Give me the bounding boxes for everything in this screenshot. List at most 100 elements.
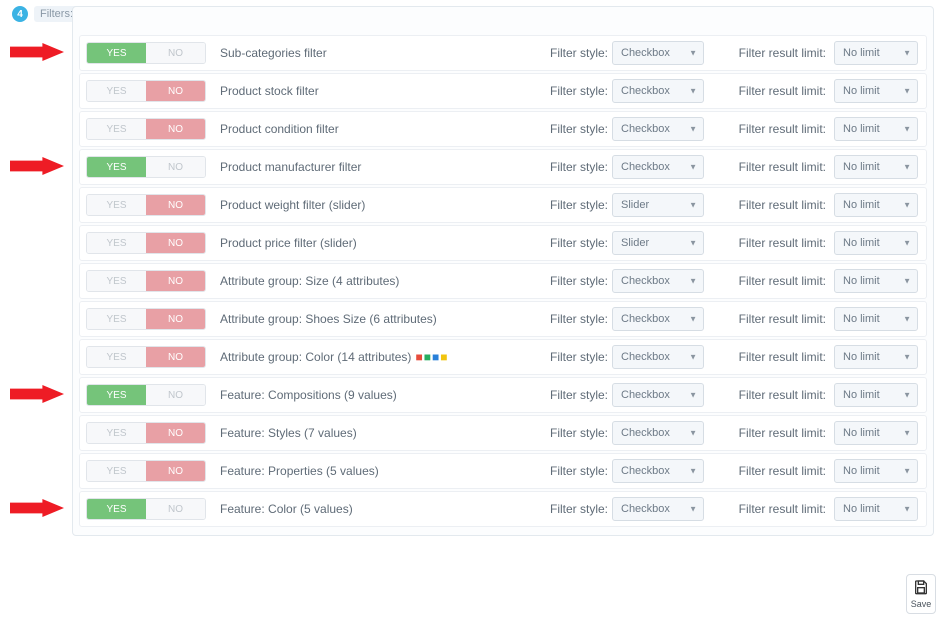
filter-result-limit-select[interactable]: No limit bbox=[834, 231, 918, 255]
enable-toggle[interactable]: YESNO bbox=[86, 80, 206, 102]
enable-toggle[interactable]: YESNO bbox=[86, 422, 206, 444]
toggle-yes[interactable]: YES bbox=[87, 43, 146, 63]
toggle-no[interactable]: NO bbox=[146, 461, 205, 481]
toggle-yes[interactable]: YES bbox=[87, 423, 146, 443]
filter-style-select[interactable]: Checkbox bbox=[612, 497, 704, 521]
toggle-no[interactable]: NO bbox=[146, 195, 205, 215]
filter-result-limit-select[interactable]: No limit bbox=[834, 41, 918, 65]
enable-toggle[interactable]: YESNO bbox=[86, 42, 206, 64]
filter-style-select[interactable]: Slider bbox=[612, 231, 704, 255]
enable-toggle[interactable]: YESNO bbox=[86, 308, 206, 330]
toggle-no[interactable]: NO bbox=[146, 81, 205, 101]
filter-result-limit-label: Filter result limit: bbox=[734, 236, 834, 250]
filter-style-select[interactable]: Checkbox bbox=[612, 155, 704, 179]
filter-style-select[interactable]: Checkbox bbox=[612, 41, 704, 65]
filter-style-select[interactable]: Slider bbox=[612, 193, 704, 217]
filter-style-label: Filter style: bbox=[550, 160, 612, 174]
filter-result-limit-label: Filter result limit: bbox=[734, 350, 834, 364]
filter-style-select[interactable]: Checkbox bbox=[612, 383, 704, 407]
toggle-yes[interactable]: YES bbox=[87, 347, 146, 367]
filter-row: YESNOProduct weight filter (slider)Filte… bbox=[79, 187, 927, 223]
toggle-yes[interactable]: YES bbox=[87, 157, 146, 177]
filter-row: YESNOProduct stock filterFilter style:Ch… bbox=[79, 73, 927, 109]
filter-name: Product manufacturer filter bbox=[206, 160, 550, 174]
filters-panel: YESNOSub-categories filterFilter style:C… bbox=[72, 6, 934, 536]
filter-row: YESNOFeature: Properties (5 values)Filte… bbox=[79, 453, 927, 489]
filter-result-limit-select[interactable]: No limit bbox=[834, 421, 918, 445]
toggle-yes[interactable]: YES bbox=[87, 119, 146, 139]
filter-result-limit-select[interactable]: No limit bbox=[834, 345, 918, 369]
enable-toggle[interactable]: YESNO bbox=[86, 460, 206, 482]
filter-style-label: Filter style: bbox=[550, 198, 612, 212]
filter-style-label: Filter style: bbox=[550, 84, 612, 98]
filter-style-label: Filter style: bbox=[550, 426, 612, 440]
filter-style-select[interactable]: Checkbox bbox=[612, 117, 704, 141]
enable-toggle[interactable]: YESNO bbox=[86, 384, 206, 406]
toggle-no[interactable]: NO bbox=[146, 309, 205, 329]
filter-name: Attribute group: Color (14 attributes)■■… bbox=[206, 350, 550, 364]
enable-toggle[interactable]: YESNO bbox=[86, 498, 206, 520]
enable-toggle[interactable]: YESNO bbox=[86, 270, 206, 292]
toggle-no[interactable]: NO bbox=[146, 423, 205, 443]
toggle-yes[interactable]: YES bbox=[87, 195, 146, 215]
filter-style-label: Filter style: bbox=[550, 46, 612, 60]
toggle-no[interactable]: NO bbox=[146, 347, 205, 367]
filter-result-limit-label: Filter result limit: bbox=[734, 464, 834, 478]
toggle-yes[interactable]: YES bbox=[87, 233, 146, 253]
filter-row: YESNOFeature: Color (5 values)Filter sty… bbox=[79, 491, 927, 527]
filter-row: YESNOSub-categories filterFilter style:C… bbox=[79, 35, 927, 71]
filter-style-select[interactable]: Checkbox bbox=[612, 307, 704, 331]
toggle-no[interactable]: NO bbox=[146, 233, 205, 253]
filter-row: YESNOProduct condition filterFilter styl… bbox=[79, 111, 927, 147]
filter-result-limit-select[interactable]: No limit bbox=[834, 383, 918, 407]
filter-name: Feature: Compositions (9 values) bbox=[206, 388, 550, 402]
enable-toggle[interactable]: YESNO bbox=[86, 156, 206, 178]
toggle-yes[interactable]: YES bbox=[87, 385, 146, 405]
filter-name: Product weight filter (slider) bbox=[206, 198, 550, 212]
save-button[interactable]: Save bbox=[906, 574, 936, 614]
color-swatch-icon: ■■■■ bbox=[415, 350, 448, 364]
filter-result-limit-select[interactable]: No limit bbox=[834, 155, 918, 179]
filter-name: Product condition filter bbox=[206, 122, 550, 136]
filter-result-limit-label: Filter result limit: bbox=[734, 122, 834, 136]
toggle-no[interactable]: NO bbox=[146, 271, 205, 291]
filter-result-limit-select[interactable]: No limit bbox=[834, 497, 918, 521]
toggle-no[interactable]: NO bbox=[146, 119, 205, 139]
toggle-no[interactable]: NO bbox=[146, 385, 205, 405]
filter-row: YESNOProduct price filter (slider)Filter… bbox=[79, 225, 927, 261]
filter-row: YESNOProduct manufacturer filterFilter s… bbox=[79, 149, 927, 185]
filter-result-limit-select[interactable]: No limit bbox=[834, 307, 918, 331]
filter-row: YESNOAttribute group: Size (4 attributes… bbox=[79, 263, 927, 299]
filter-style-select[interactable]: Checkbox bbox=[612, 345, 704, 369]
enable-toggle[interactable]: YESNO bbox=[86, 194, 206, 216]
filter-name: Attribute group: Size (4 attributes) bbox=[206, 274, 550, 288]
filter-result-limit-select[interactable]: No limit bbox=[834, 459, 918, 483]
enable-toggle[interactable]: YESNO bbox=[86, 118, 206, 140]
filter-style-select[interactable]: Checkbox bbox=[612, 421, 704, 445]
toggle-yes[interactable]: YES bbox=[87, 309, 146, 329]
toggle-yes[interactable]: YES bbox=[87, 271, 146, 291]
filter-result-limit-select[interactable]: No limit bbox=[834, 269, 918, 293]
filter-style-select[interactable]: Checkbox bbox=[612, 459, 704, 483]
filter-style-label: Filter style: bbox=[550, 122, 612, 136]
callout-arrow-icon bbox=[8, 499, 66, 517]
filter-name: Feature: Color (5 values) bbox=[206, 502, 550, 516]
toggle-yes[interactable]: YES bbox=[87, 81, 146, 101]
filter-style-select[interactable]: Checkbox bbox=[612, 79, 704, 103]
filter-row: YESNOAttribute group: Shoes Size (6 attr… bbox=[79, 301, 927, 337]
toggle-yes[interactable]: YES bbox=[87, 461, 146, 481]
callout-arrow-icon bbox=[8, 43, 66, 61]
toggle-yes[interactable]: YES bbox=[87, 499, 146, 519]
toggle-no[interactable]: NO bbox=[146, 43, 205, 63]
callout-arrow-icon bbox=[8, 157, 66, 175]
toggle-no[interactable]: NO bbox=[146, 157, 205, 177]
filter-result-limit-select[interactable]: No limit bbox=[834, 79, 918, 103]
enable-toggle[interactable]: YESNO bbox=[86, 346, 206, 368]
filter-result-limit-select[interactable]: No limit bbox=[834, 117, 918, 141]
filter-result-limit-select[interactable]: No limit bbox=[834, 193, 918, 217]
filter-style-select[interactable]: Checkbox bbox=[612, 269, 704, 293]
toggle-no[interactable]: NO bbox=[146, 499, 205, 519]
enable-toggle[interactable]: YESNO bbox=[86, 232, 206, 254]
save-label: Save bbox=[911, 599, 932, 609]
filter-result-limit-label: Filter result limit: bbox=[734, 160, 834, 174]
